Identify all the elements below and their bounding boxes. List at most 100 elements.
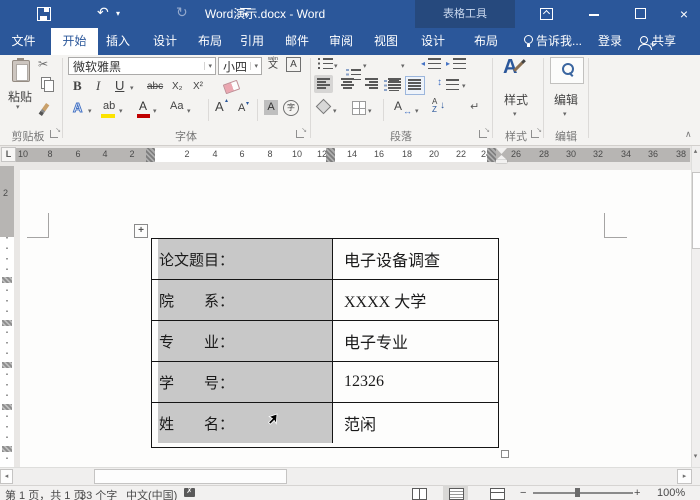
cut-icon[interactable]: ✂ (38, 57, 48, 71)
align-left-icon[interactable] (317, 78, 330, 89)
language-indicator[interactable]: 中文(中国) (126, 487, 177, 500)
zoom-in-button[interactable]: + (634, 487, 640, 499)
show-hide-marks-icon[interactable]: ↵ (470, 100, 479, 113)
tab-references[interactable]: 引用 (230, 28, 274, 55)
align-center-icon[interactable] (341, 78, 354, 89)
tab-insert[interactable]: 插入 (96, 28, 140, 55)
word-count[interactable]: 33 个字 (80, 487, 117, 500)
page-indicator[interactable]: 第 1 页，共 1 页 (5, 487, 84, 500)
table-column-marker-icon[interactable] (146, 148, 155, 162)
left-indent-marker[interactable] (496, 160, 507, 163)
increase-indent-icon[interactable]: ▸ (446, 59, 450, 68)
change-case-dropdown-icon[interactable]: ▾ (187, 107, 191, 115)
highlight-dropdown-icon[interactable]: ▾ (119, 107, 123, 115)
table-cell-value[interactable]: 12326 (333, 362, 498, 402)
tab-selector[interactable]: L (1, 147, 16, 162)
font-name-combobox[interactable]: 微软雅黑 ▾ (68, 57, 216, 75)
text-effects-button[interactable]: A (73, 100, 82, 115)
character-shading-button[interactable]: A (264, 100, 278, 115)
save-icon[interactable] (37, 7, 51, 21)
italic-button[interactable]: I (96, 78, 100, 94)
table-cell-label[interactable]: 学 号： (152, 362, 333, 402)
table-cell-value[interactable]: 电子设备调查 (333, 239, 498, 279)
table-row-marker-icon[interactable] (2, 320, 12, 326)
ribbon-display-options-icon[interactable] (540, 8, 553, 20)
table-cell-label[interactable]: 院 系： (152, 280, 333, 320)
web-layout-icon[interactable] (490, 488, 505, 500)
subscript-button[interactable]: X₂ (172, 81, 183, 92)
table-resize-handle[interactable] (501, 450, 509, 458)
zoom-level[interactable]: 100% (657, 487, 685, 499)
proofing-status-icon[interactable] (184, 488, 195, 497)
tell-me-box[interactable]: 告诉我... (536, 28, 588, 55)
character-border-button[interactable]: A (286, 57, 301, 72)
borders-dropdown-icon[interactable]: ▾ (368, 107, 372, 115)
paste-dropdown-icon[interactable]: ▾ (16, 103, 20, 111)
close-button[interactable]: × (674, 0, 694, 28)
table-column-marker-icon[interactable] (487, 148, 496, 162)
table-cell-value[interactable]: 电子专业 (333, 321, 498, 361)
bullets-icon[interactable] (318, 58, 333, 69)
table-row-marker-icon[interactable] (2, 362, 12, 368)
table-row-marker-icon[interactable] (2, 277, 12, 283)
multilevel-dropdown-icon[interactable]: ▾ (401, 62, 405, 70)
line-spacing-icon[interactable]: ↕ (437, 77, 442, 88)
justify-icon[interactable] (388, 78, 401, 89)
line-spacing-dropdown-icon[interactable]: ▾ (462, 82, 466, 90)
font-dialog-launcher-icon[interactable] (296, 130, 304, 138)
scroll-up-icon[interactable]: ▴ (691, 147, 700, 155)
table-cell-label[interactable]: 专 业： (152, 321, 333, 361)
tab-home[interactable]: 开始 (51, 28, 98, 55)
table-row[interactable]: 论文题目： 电子设备调查 (152, 239, 498, 280)
zoom-slider-thumb[interactable] (575, 488, 580, 497)
distribute-icon[interactable] (408, 79, 421, 90)
shading-bucket-icon[interactable] (316, 99, 332, 115)
zoom-out-button[interactable]: − (520, 487, 526, 499)
asian-layout-dropdown-icon[interactable]: ▾ (415, 107, 419, 115)
paragraph-dialog-launcher-icon[interactable] (479, 130, 487, 138)
tab-table-layout[interactable]: 布局 (464, 28, 508, 55)
horizontal-scrollbar-thumb[interactable] (94, 469, 287, 484)
shrink-font-button[interactable]: A (238, 102, 245, 114)
horizontal-ruler[interactable]: 1086422468101214161820222426283032343638 (0, 146, 700, 163)
decrease-indent-icon[interactable]: ◂ (421, 59, 425, 68)
table-row[interactable]: 专 业： 电子专业 (152, 321, 498, 362)
tab-mailings[interactable]: 邮件 (275, 28, 319, 55)
table-cell-value[interactable]: XXXX 大学 (333, 280, 498, 320)
table-row[interactable]: 学 号： 12326 (152, 362, 498, 403)
phonetic-guide-button[interactable]: wén 文 (264, 56, 282, 74)
print-layout-icon[interactable] (449, 488, 464, 500)
table-cell-label[interactable]: 论文题目： (152, 239, 333, 279)
table-row-marker-icon[interactable] (2, 404, 12, 410)
change-case-button[interactable]: Aa (170, 100, 183, 112)
clear-formatting-icon[interactable] (223, 80, 241, 95)
shading-dropdown-icon[interactable]: ▾ (333, 107, 337, 115)
paste-button[interactable]: 粘贴 (2, 88, 38, 105)
tab-layout[interactable]: 布局 (188, 28, 232, 55)
editing-button[interactable]: 编辑 (546, 91, 586, 108)
borders-icon[interactable] (352, 101, 366, 115)
table-cell-label[interactable]: 姓 名： (152, 403, 333, 443)
font-color-button[interactable]: A (139, 99, 147, 113)
zoom-slider-track[interactable] (533, 492, 633, 494)
undo-dropdown-icon[interactable]: ▾ (116, 9, 120, 18)
tab-file[interactable]: 文件 (0, 28, 47, 55)
underline-button[interactable]: U (115, 78, 124, 93)
tab-review[interactable]: 审阅 (319, 28, 363, 55)
font-color-dropdown-icon[interactable]: ▾ (153, 107, 157, 115)
format-painter-icon[interactable] (39, 103, 50, 116)
editing-dropdown-icon[interactable]: ▾ (563, 110, 567, 118)
underline-dropdown-icon[interactable]: ▾ (130, 84, 134, 92)
font-size-combobox[interactable]: 小四 ▾ (218, 57, 262, 75)
undo-icon[interactable]: ↶ (97, 4, 109, 21)
sign-in-button[interactable]: 登录 (593, 28, 627, 55)
table-row[interactable]: 院 系： XXXX 大学 (152, 280, 498, 321)
asian-layout-icon[interactable]: A (394, 99, 402, 113)
styles-button[interactable]: 样式 (496, 91, 536, 108)
text-highlight-button[interactable]: ab (103, 100, 115, 112)
scroll-left-icon[interactable]: ◂ (0, 469, 13, 484)
share-button[interactable]: 共享 (652, 28, 688, 55)
table-move-handle[interactable]: + (134, 224, 148, 238)
collapse-ribbon-icon[interactable]: ∧ (685, 129, 692, 140)
enclose-characters-button[interactable]: 字 (283, 100, 299, 116)
